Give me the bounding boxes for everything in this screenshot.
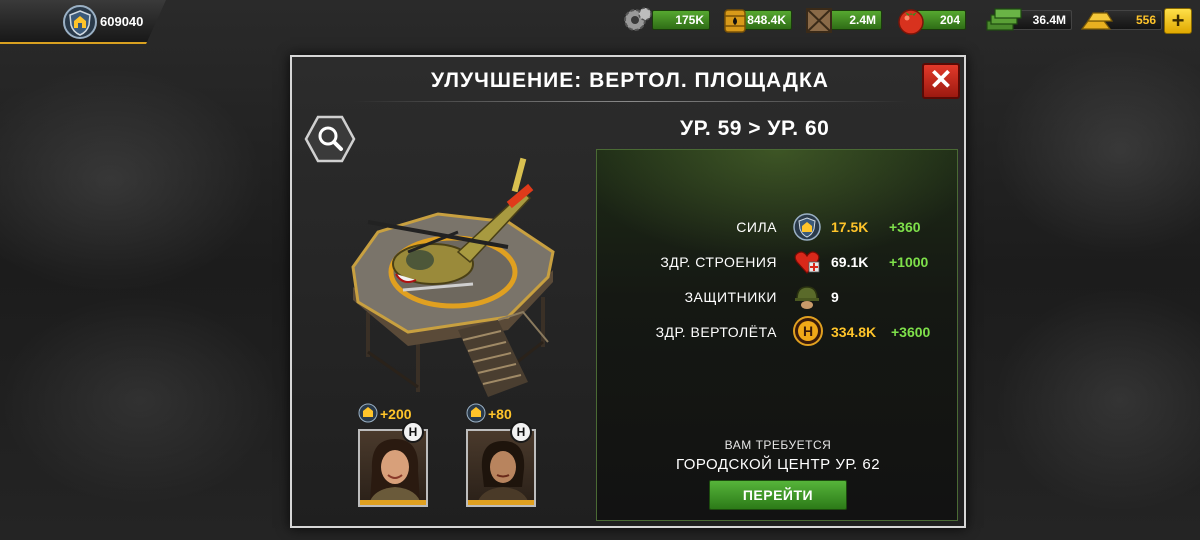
svg-text:H: H <box>803 323 813 339</box>
resource-food-value: 204 <box>939 13 960 27</box>
stat-value: 69.1K <box>831 254 869 270</box>
helipad-building-image <box>351 157 555 397</box>
power-display[interactable]: 609040 <box>0 0 166 44</box>
title-divider <box>352 101 908 102</box>
stat-value: 9 <box>831 289 839 305</box>
go-button[interactable]: ПЕРЕЙТИ <box>709 480 847 510</box>
food-tomato-icon <box>898 9 924 35</box>
soldier-helmet-icon <box>795 286 819 309</box>
dialog-title: УЛУЧШЕНИЕ: ВЕРТОЛ. ПЛОЩАДКА <box>431 69 829 92</box>
gear-parts-icon <box>624 7 652 31</box>
stat-row-power: СИЛА 17.5K +360 <box>597 212 959 242</box>
stat-row-helicopter-health: ЗДР. ВЕРТОЛЁТА H 334.8K +3600 <box>597 316 959 347</box>
power-shield-icon <box>358 403 378 423</box>
stat-label: ЗАЩИТНИКИ <box>684 289 777 305</box>
cash-stack-icon <box>986 8 1022 31</box>
oil-barrel-icon <box>724 9 746 33</box>
helipad-h-icon: H <box>793 316 823 346</box>
stat-label: ЗДР. ВЕРТОЛЁТА <box>655 324 777 340</box>
hero-slot-1[interactable]: +200 H <box>348 401 428 511</box>
power-shield-icon <box>793 213 821 241</box>
resource-oil-value: 848.4K <box>747 13 786 27</box>
resource-cash-value: 36.4M <box>1032 13 1066 27</box>
stat-label: СИЛА <box>736 219 777 235</box>
resource-supplies-value: 2.4M <box>849 13 876 27</box>
stat-bonus: +3600 <box>891 324 931 340</box>
power-shield-icon <box>466 403 486 423</box>
gold-bars-icon <box>1080 12 1114 30</box>
level-transition: УР. 59 > УР. 60 <box>680 117 830 140</box>
stat-bonus: +1000 <box>889 254 929 270</box>
stat-bonus: +360 <box>889 219 921 235</box>
resource-gold-value: 556 <box>1135 13 1156 27</box>
stats-panel: СИЛА 17.5K +360 ЗДР. СТРОЕНИЯ 69.1K +100… <box>596 149 958 521</box>
resource-parts-value: 175K <box>675 13 704 27</box>
power-value: 609040 <box>100 14 144 29</box>
stat-row-building-health: ЗДР. СТРОЕНИЯ 69.1K +1000 <box>597 247 959 277</box>
heart-health-icon <box>794 251 820 274</box>
stat-value: 17.5K <box>831 219 869 235</box>
hero-bonus: +200 <box>380 406 412 422</box>
hero-portrait-image <box>476 441 530 505</box>
stat-row-defenders: ЗАЩИТНИКИ 9 <box>597 282 959 312</box>
hero-rarity-strip <box>468 500 534 505</box>
hero-badge: H <box>402 421 424 443</box>
buy-gold-button[interactable]: + <box>1164 8 1192 34</box>
stat-value: 334.8K <box>831 324 877 340</box>
close-button[interactable]: ✕ <box>922 63 960 99</box>
upgrade-dialog: УЛУЧШЕНИЕ: ВЕРТОЛ. ПЛОЩАДКА ✕ УР. 59 > У… <box>290 55 966 528</box>
hero-rarity-strip <box>360 500 426 505</box>
requirement-value: ГОРОДСКОЙ ЦЕНТР УР. 62 <box>675 456 881 473</box>
requirement-label: ВАМ ТРЕБУЕТСЯ <box>724 438 832 452</box>
supply-crate-icon <box>806 8 832 33</box>
stat-label: ЗДР. СТРОЕНИЯ <box>660 254 777 270</box>
power-shield-icon <box>63 5 97 39</box>
hero-bonus: +80 <box>488 406 512 422</box>
resource-parts[interactable]: 175K <box>652 10 710 30</box>
hero-portrait-image <box>368 439 422 505</box>
top-bar: 609040 175K 848.4K 2.4M 204 36.4M 556 + <box>0 0 1200 44</box>
hero-slot-2[interactable]: +80 H <box>456 401 536 511</box>
hero-badge: H <box>510 421 532 443</box>
